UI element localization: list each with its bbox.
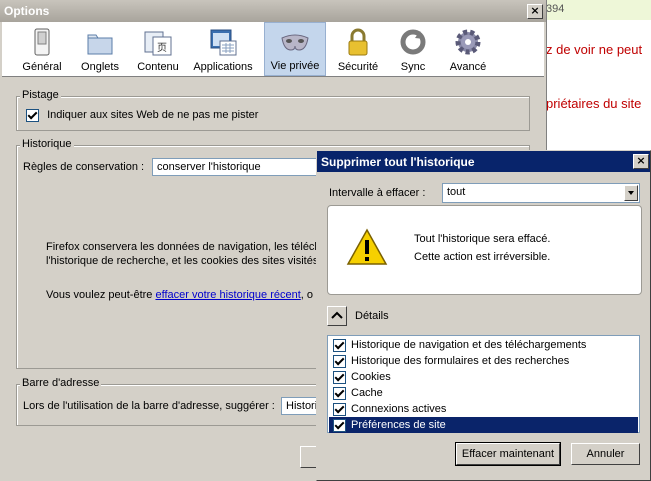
options-close-button[interactable]: ×: [527, 4, 543, 19]
warning-box: Tout l'historique sera effacé. Cette act…: [327, 205, 642, 295]
tab-tabs[interactable]: Onglets: [74, 22, 126, 76]
address-bar-legend: Barre d'adresse: [20, 377, 102, 389]
tab-label: Applications: [193, 61, 253, 73]
dialog-close-button[interactable]: ×: [633, 154, 649, 169]
do-not-track-label: Indiquer aux sites Web de ne pas me pist…: [47, 109, 259, 122]
warning-line: Cette action est irréversible.: [414, 251, 551, 263]
tab-label: Vie privée: [270, 60, 320, 72]
item-checkbox[interactable]: [333, 403, 346, 416]
options-toolbar: Général Onglets 页 Contenu Applications V…: [2, 22, 544, 77]
clear-recent-history-link[interactable]: effacer votre historique récent: [155, 289, 300, 301]
list-item-label: Connexions actives: [351, 403, 447, 415]
tracking-legend: Pistage: [20, 89, 61, 101]
close-icon: ×: [530, 4, 540, 17]
history-rules-select[interactable]: conserver l'historique: [152, 158, 322, 176]
clear-recent-suffix: , o: [300, 289, 314, 301]
item-checkbox[interactable]: [333, 371, 346, 384]
tabs-icon: [87, 34, 113, 55]
sync-icon: [400, 29, 426, 55]
list-item[interactable]: Connexions actives: [329, 401, 638, 417]
options-titlebar[interactable]: Options ×: [0, 0, 546, 22]
tab-sync[interactable]: Sync: [388, 22, 438, 76]
history-rules-value: conserver l'historique: [157, 161, 261, 173]
address-bar-label: Lors de l'utilisation de la barre d'adre…: [23, 400, 275, 412]
mask-icon: [281, 34, 309, 51]
list-item-label: Cache: [351, 387, 383, 399]
tab-label: Contenu: [137, 61, 179, 73]
history-rules-label: Règles de conservation :: [23, 161, 145, 173]
dialog-title: Supprimer tout l'historique: [321, 155, 475, 169]
history-items-list: Historique de navigation et des téléchar…: [327, 335, 640, 433]
history-legend: Historique: [20, 138, 74, 150]
list-item-label: Historique des formulaires et des recher…: [351, 355, 570, 367]
clear-recent-prefix: Vous voulez peut-être: [46, 289, 156, 301]
close-icon: ×: [636, 154, 646, 167]
tab-label: Onglets: [81, 61, 119, 73]
list-item-label: Cookies: [351, 371, 391, 383]
applications-icon: [210, 29, 237, 56]
warning-text: Tout l'historique sera effacé. Cette act…: [414, 230, 550, 266]
do-not-track-checkbox[interactable]: Indiquer aux sites Web de ne pas me pist…: [26, 109, 258, 122]
details-toggle-button[interactable]: [327, 306, 347, 326]
clear-history-dialog: Supprimer tout l'historique × Intervalle…: [316, 150, 651, 481]
warning-icon: [346, 228, 388, 265]
range-value: tout: [447, 186, 466, 198]
tab-privacy[interactable]: Vie privée: [264, 22, 326, 76]
list-item[interactable]: Historique de navigation et des téléchar…: [329, 337, 638, 353]
history-description-line: Firefox conservera les données de naviga…: [46, 241, 321, 253]
tab-label: Avancé: [449, 61, 487, 73]
history-description-line: l'historique de recherche, et les cookie…: [46, 255, 322, 267]
tab-advanced[interactable]: Avancé: [442, 22, 494, 76]
chevron-up-icon: [331, 311, 343, 319]
content-icon: 页: [144, 31, 172, 56]
dialog-titlebar[interactable]: Supprimer tout l'historique ×: [317, 151, 650, 172]
background-text-line: z de voir ne peut: [546, 42, 643, 57]
list-item[interactable]: Historique des formulaires et des recher…: [329, 353, 638, 369]
options-title: Options: [4, 4, 50, 18]
padlock-icon: [348, 28, 368, 56]
clear-now-button[interactable]: Effacer maintenant: [455, 442, 561, 466]
checkbox-control[interactable]: [26, 109, 39, 122]
tab-label: Général: [22, 61, 62, 73]
history-description: Firefox conservera les données de naviga…: [46, 240, 321, 268]
tab-applications[interactable]: Applications: [190, 22, 256, 76]
background-strip: 394: [540, 0, 651, 20]
details-label: Détails: [355, 310, 389, 322]
item-checkbox[interactable]: [333, 355, 346, 368]
address-bar-select[interactable]: Histori: [281, 397, 321, 415]
list-item[interactable]: Cookies: [329, 369, 638, 385]
tab-general[interactable]: Général: [16, 22, 68, 76]
list-item[interactable]: Cache: [329, 385, 638, 401]
tab-security[interactable]: Sécurité: [332, 22, 384, 76]
item-checkbox[interactable]: [333, 419, 346, 432]
range-dropdown-button[interactable]: [624, 185, 638, 201]
tab-label: Sync: [400, 61, 426, 73]
list-item-label: Préférences de site: [351, 419, 446, 431]
item-checkbox[interactable]: [333, 387, 346, 400]
range-select[interactable]: tout: [442, 183, 640, 203]
background-text-line: priétaires du site: [546, 96, 642, 111]
svg-text:页: 页: [157, 42, 167, 54]
chevron-down-icon: [628, 191, 634, 195]
item-checkbox[interactable]: [333, 339, 346, 352]
list-item[interactable]: Préférences de site: [329, 417, 638, 433]
warning-line: Tout l'historique sera effacé.: [414, 233, 551, 245]
gear-icon: [455, 29, 481, 55]
cancel-button[interactable]: Annuler: [571, 443, 640, 465]
switch-icon: [34, 28, 50, 56]
tab-content[interactable]: 页 Contenu: [132, 22, 184, 76]
address-bar-value: Histori: [286, 400, 318, 412]
clear-recent-text: Vous voulez peut-être effacer votre hist…: [46, 289, 313, 301]
range-label: Intervalle à effacer :: [329, 187, 426, 199]
list-item-label: Historique de navigation et des téléchar…: [351, 339, 587, 351]
background-counter: 394: [546, 3, 565, 15]
tab-label: Sécurité: [337, 61, 379, 73]
